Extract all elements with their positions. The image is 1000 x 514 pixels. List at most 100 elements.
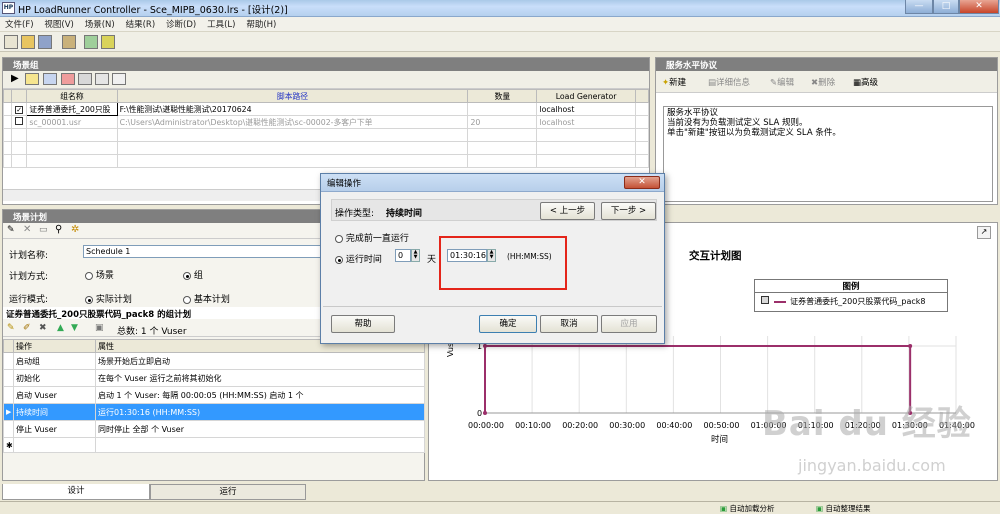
group-name-cell[interactable]: 证券普通委托_200只股 <box>26 102 118 116</box>
next-step-button[interactable]: 下一步 > <box>601 202 656 220</box>
mode-scenario-radio[interactable]: 场景 <box>85 268 114 281</box>
play-icon[interactable]: ▶ <box>11 73 19 84</box>
dialog-close-button[interactable]: ✕ <box>624 176 660 189</box>
prev-step-button[interactable]: < 上一步 <box>540 202 595 220</box>
table-row[interactable]: ✱ <box>3 437 425 453</box>
days-spinner[interactable]: ▲ ▼ <box>411 249 420 262</box>
load-generator-cell[interactable]: localhost <box>536 115 636 129</box>
col-group-name[interactable]: 组名称 <box>26 89 118 103</box>
menu-results[interactable]: 结果(R) <box>118 17 156 30</box>
menu-scenario[interactable]: 场景(N) <box>77 17 115 30</box>
mode-group-radio[interactable]: 组 <box>183 268 203 281</box>
help-button[interactable]: 帮助 <box>331 315 395 333</box>
table-row[interactable]: sc_00001.usr C:\Users\Administrator\Desk… <box>2 115 650 129</box>
new-icon[interactable] <box>4 35 18 49</box>
table-row[interactable]: ✓ 证券普通委托_200只股 F:\性能测试\谌聪性能测试\20170624 l… <box>2 102 650 116</box>
copy-action-icon[interactable]: ▣ <box>95 323 104 333</box>
cancel-button[interactable]: 取消 <box>540 315 598 333</box>
menu-help[interactable]: 帮助(H) <box>238 17 276 30</box>
schedule-props-icon[interactable]: ▭ <box>39 225 48 235</box>
action-prop-cell[interactable]: 在每个 Vuser 运行之前将其初始化 <box>95 369 425 387</box>
action-prop-cell[interactable]: 同时停止 全部 个 Vuser <box>95 420 425 438</box>
menu-file[interactable]: 文件(F) <box>0 17 34 30</box>
maximize-button[interactable]: □ <box>933 0 959 14</box>
close-window-button[interactable]: ✕ <box>959 0 999 14</box>
run-for-radio[interactable]: 运行时间 <box>335 252 382 265</box>
move-down-icon[interactable]: ▼ <box>71 323 78 333</box>
actions-table: 操作 属性 启动组 场景开始后立即启动 初始化 在每个 Vuser 运行之前将其初始… <box>3 339 425 453</box>
vuser-details-icon[interactable] <box>43 73 57 85</box>
action-name-cell[interactable]: 初始化 <box>13 369 96 387</box>
menu-view[interactable]: 视图(V) <box>36 17 73 30</box>
analysis-status-icon: ▣ <box>720 504 728 513</box>
add-vusers-icon[interactable] <box>25 73 39 85</box>
group-enabled-checkbox[interactable]: ✓ <box>15 105 24 114</box>
title-bar: HP HP LoadRunner Controller - Sce_MIPB_0… <box>0 0 1000 17</box>
analysis-icon[interactable] <box>84 35 98 49</box>
tab-design[interactable]: 设计 <box>2 484 150 500</box>
action-prop-cell[interactable]: 启动 1 个 Vuser: 每隔 00:00:05 (HH:MM:SS) 启动 … <box>95 386 425 404</box>
action-name-cell[interactable]: 停止 Vuser <box>13 420 96 438</box>
col-load-generator[interactable]: Load Generator <box>536 89 636 103</box>
group-enabled-checkbox[interactable] <box>15 117 24 125</box>
sla-delete-button[interactable]: ✖删除 <box>811 76 835 88</box>
menu-diagnostics[interactable]: 诊断(D) <box>158 17 196 30</box>
sla-edit-button[interactable]: ✎编辑 <box>770 76 794 88</box>
remove-vusers-icon[interactable] <box>61 73 75 85</box>
edit-action-icon[interactable]: ✐ <box>23 323 31 333</box>
load-generator-cell[interactable]: localhost <box>536 102 636 116</box>
table-row[interactable]: 停止 Vuser 同时停止 全部 个 Vuser <box>3 420 425 438</box>
window-title: HP LoadRunner Controller - Sce_MIPB_0630… <box>18 5 288 16</box>
table-row[interactable]: 启动组 场景开始后立即启动 <box>3 352 425 370</box>
collate-status-icon: ▣ <box>816 504 824 513</box>
table-row-selected[interactable]: ▶ 持续时间 运行01:30:16 (HH:MM:SS) <box>3 403 425 421</box>
quantity-cell[interactable]: 20 <box>467 115 538 129</box>
script-path-cell[interactable]: C:\Users\Administrator\Desktop\谌聪性能测试\sc… <box>116 115 469 129</box>
apply-button[interactable]: 应用 <box>601 315 657 333</box>
quantity-cell[interactable] <box>467 102 538 116</box>
run-until-complete-radio[interactable]: 完成前一直运行 <box>335 231 409 244</box>
action-prop-cell[interactable]: 运行01:30:16 (HH:MM:SS) <box>95 403 425 421</box>
tab-run[interactable]: 运行 <box>150 484 306 500</box>
delete-action-icon[interactable]: ✖ <box>39 323 47 333</box>
groups-view-icon[interactable] <box>95 73 109 85</box>
sla-advanced-button[interactable]: ▦高级 <box>853 76 878 88</box>
groups-properties-icon[interactable] <box>78 73 92 85</box>
vuser-icon[interactable] <box>62 35 76 49</box>
col-quantity[interactable]: 数量 <box>467 89 538 103</box>
menu-tools[interactable]: 工具(L) <box>199 17 235 30</box>
table-row[interactable]: 启动 Vuser 启动 1 个 Vuser: 每隔 00:00:05 (HH:MM… <box>3 386 425 404</box>
run-real-radio[interactable]: 实际计划 <box>85 292 132 305</box>
monitor-icon[interactable] <box>101 35 115 49</box>
groups-toolbar: ▶ <box>3 71 649 89</box>
script-edit-icon[interactable] <box>112 73 126 85</box>
group-name-cell[interactable]: sc_00001.usr <box>26 115 118 129</box>
table-row[interactable]: 初始化 在每个 Vuser 运行之前将其初始化 <box>3 369 425 387</box>
open-icon[interactable] <box>21 35 35 49</box>
sla-new-button[interactable]: ✦新建 <box>662 76 686 88</box>
schedule-wizard-icon[interactable]: ✲ <box>71 224 79 235</box>
days-input[interactable]: 0 <box>395 249 411 262</box>
x-tick-label: 00:40:00 <box>656 421 692 430</box>
minimize-button[interactable]: — <box>905 0 933 14</box>
run-basic-radio[interactable]: 基本计划 <box>183 292 230 305</box>
x-tick-label: 00:00:00 <box>468 421 504 430</box>
ok-button[interactable]: 确定 <box>479 315 537 333</box>
schedule-mode-label: 计划方式: <box>9 272 49 282</box>
save-icon[interactable] <box>38 35 52 49</box>
action-prop-cell[interactable]: 场景开始后立即启动 <box>95 352 425 370</box>
dialog-divider <box>323 306 662 307</box>
schedule-delete-icon[interactable]: ✕ <box>23 224 31 235</box>
sla-details-button[interactable]: ▤详细信息 <box>708 76 750 88</box>
schedule-find-icon[interactable]: ⚲ <box>55 224 62 235</box>
script-path-cell[interactable]: F:\性能测试\谌聪性能测试\20170624 <box>116 102 469 116</box>
move-up-icon[interactable]: ▲ <box>57 323 64 333</box>
op-type-label: 操作类型: <box>335 209 375 219</box>
action-name-cell[interactable]: 启动组 <box>13 352 96 370</box>
col-script-path[interactable]: 脚本路径 <box>116 89 469 103</box>
schedule-new-icon[interactable]: ✎ <box>7 225 15 235</box>
action-name-cell[interactable]: 启动 Vuser <box>13 386 96 404</box>
highlight-box <box>439 236 567 290</box>
action-name-cell[interactable]: 持续时间 <box>13 403 96 421</box>
add-action-icon[interactable]: ✎ <box>7 323 15 333</box>
